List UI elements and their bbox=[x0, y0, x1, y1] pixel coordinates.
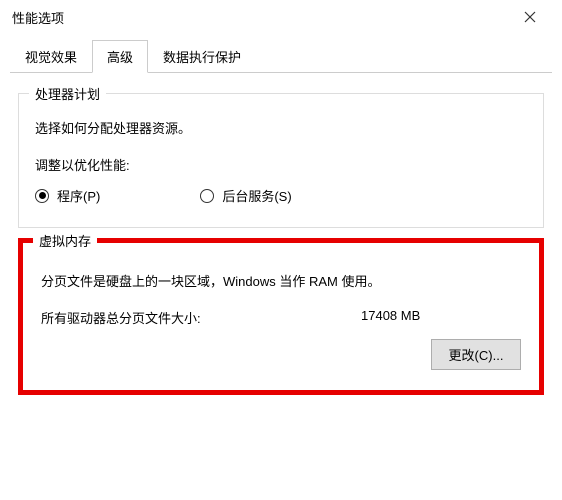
processor-group-title: 处理器计划 bbox=[29, 84, 106, 103]
radio-programs-label: 程序(P) bbox=[57, 186, 100, 205]
radio-row: 程序(P) 后台服务(S) bbox=[35, 186, 527, 205]
tab-advanced[interactable]: 高级 bbox=[92, 40, 148, 73]
virtual-memory-description: 分页文件是硬盘上的一块区域，Windows 当作 RAM 使用。 bbox=[41, 271, 521, 290]
radio-circle-icon bbox=[200, 189, 214, 203]
virtual-memory-group: 虚拟内存 分页文件是硬盘上的一块区域，Windows 当作 RAM 使用。 所有… bbox=[18, 238, 544, 395]
radio-programs[interactable]: 程序(P) bbox=[35, 186, 100, 205]
paging-size-value: 17408 MB bbox=[361, 308, 521, 327]
radio-circle-icon bbox=[35, 189, 49, 203]
virtual-memory-group-title: 虚拟内存 bbox=[33, 231, 97, 250]
tab-dep[interactable]: 数据执行保护 bbox=[148, 40, 256, 73]
close-icon bbox=[524, 11, 536, 23]
tab-visual-effects[interactable]: 视觉效果 bbox=[10, 40, 92, 73]
close-button[interactable] bbox=[510, 3, 550, 31]
adjust-label: 调整以优化性能: bbox=[35, 155, 527, 174]
processor-scheduling-group: 处理器计划 选择如何分配处理器资源。 调整以优化性能: 程序(P) 后台服务(S… bbox=[18, 93, 544, 228]
tab-bar: 视觉效果 高级 数据执行保护 bbox=[0, 32, 562, 73]
processor-description: 选择如何分配处理器资源。 bbox=[35, 118, 527, 137]
radio-background-label: 后台服务(S) bbox=[222, 186, 291, 205]
tab-content: 处理器计划 选择如何分配处理器资源。 调整以优化性能: 程序(P) 后台服务(S… bbox=[0, 73, 562, 405]
window-title: 性能选项 bbox=[12, 8, 64, 27]
paging-size-row: 所有驱动器总分页文件大小: 17408 MB bbox=[41, 308, 521, 327]
titlebar: 性能选项 bbox=[0, 0, 562, 32]
paging-size-label: 所有驱动器总分页文件大小: bbox=[41, 308, 361, 327]
radio-background-services[interactable]: 后台服务(S) bbox=[200, 186, 291, 205]
button-row: 更改(C)... bbox=[41, 339, 521, 370]
change-button[interactable]: 更改(C)... bbox=[431, 339, 521, 370]
